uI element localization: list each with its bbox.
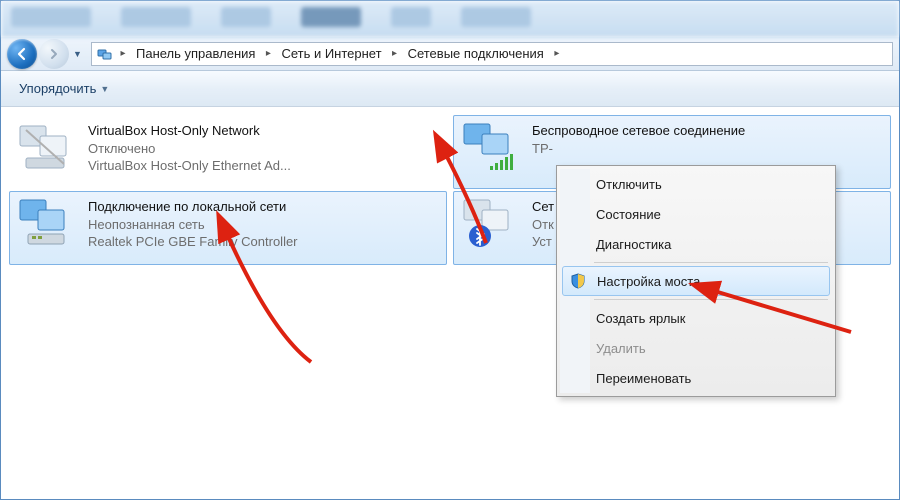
connection-item[interactable]: VirtualBox Host-Only Network Отключено V… [9, 115, 447, 189]
connection-device: Realtek PCIe GBE Family Controller [88, 233, 298, 251]
ctx-disconnect[interactable]: Отключить [560, 169, 832, 199]
network-wifi-icon [460, 120, 524, 174]
connection-status: Неопознанная сеть [88, 216, 298, 234]
breadcrumb-network-internet[interactable]: Сеть и Интернет [275, 43, 387, 65]
connection-name: Беспроводное сетевое соединение [532, 122, 745, 140]
connection-device: VirtualBox Host-Only Ethernet Ad... [88, 157, 291, 175]
content-area: VirtualBox Host-Only Network Отключено V… [1, 107, 899, 499]
ctx-bridge-connections[interactable]: Настройка моста [562, 266, 830, 296]
chevron-down-icon: ▼ [100, 84, 109, 94]
ctx-diagnose[interactable]: Диагностика [560, 229, 832, 259]
nav-back-button[interactable] [7, 39, 37, 69]
connection-device: Уст [532, 233, 554, 251]
ctx-rename[interactable]: Переименовать [560, 363, 832, 393]
explorer-window: ▼ ▸ Панель управления ▸ Сеть и Интернет … [0, 0, 900, 500]
connection-name: VirtualBox Host-Only Network [88, 122, 291, 140]
connection-device: TP- [532, 140, 745, 158]
ctx-separator [594, 299, 828, 300]
organize-label: Упорядочить [19, 81, 96, 96]
nav-forward-button[interactable] [39, 39, 69, 69]
connection-status: Отключено [88, 140, 291, 158]
chevron-right-icon[interactable]: ▸ [388, 48, 402, 59]
chevron-right-icon[interactable]: ▸ [116, 48, 130, 59]
chevron-right-icon[interactable]: ▸ [550, 48, 564, 59]
breadcrumb-control-panel[interactable]: Панель управления [130, 43, 261, 65]
breadcrumb[interactable]: ▸ Панель управления ▸ Сеть и Интернет ▸ … [91, 42, 893, 66]
network-lan-icon [16, 196, 80, 250]
network-disabled-icon [16, 120, 80, 174]
chevron-right-icon[interactable]: ▸ [261, 48, 275, 59]
connection-name: Сет [532, 198, 554, 216]
titlebar [1, 1, 899, 37]
ctx-separator [594, 262, 828, 263]
shield-icon [569, 272, 587, 290]
ctx-status[interactable]: Состояние [560, 199, 832, 229]
nav-history-dropdown[interactable]: ▼ [73, 49, 85, 59]
network-bluetooth-icon [460, 196, 524, 250]
breadcrumb-network-connections[interactable]: Сетевые подключения [402, 43, 550, 65]
connection-item-selected[interactable]: Подключение по локальной сети Неопознанн… [9, 191, 447, 265]
context-menu: Отключить Состояние Диагностика Настройк… [556, 165, 836, 397]
navbar: ▼ ▸ Панель управления ▸ Сеть и Интернет … [1, 37, 899, 71]
network-folder-icon [96, 45, 114, 63]
ctx-create-shortcut[interactable]: Создать ярлык [560, 303, 832, 333]
organize-button[interactable]: Упорядочить ▼ [11, 77, 117, 100]
toolbar: Упорядочить ▼ [1, 71, 899, 107]
connection-name: Подключение по локальной сети [88, 198, 298, 216]
connection-status: Отк [532, 216, 554, 234]
ctx-delete[interactable]: Удалить [560, 333, 832, 363]
